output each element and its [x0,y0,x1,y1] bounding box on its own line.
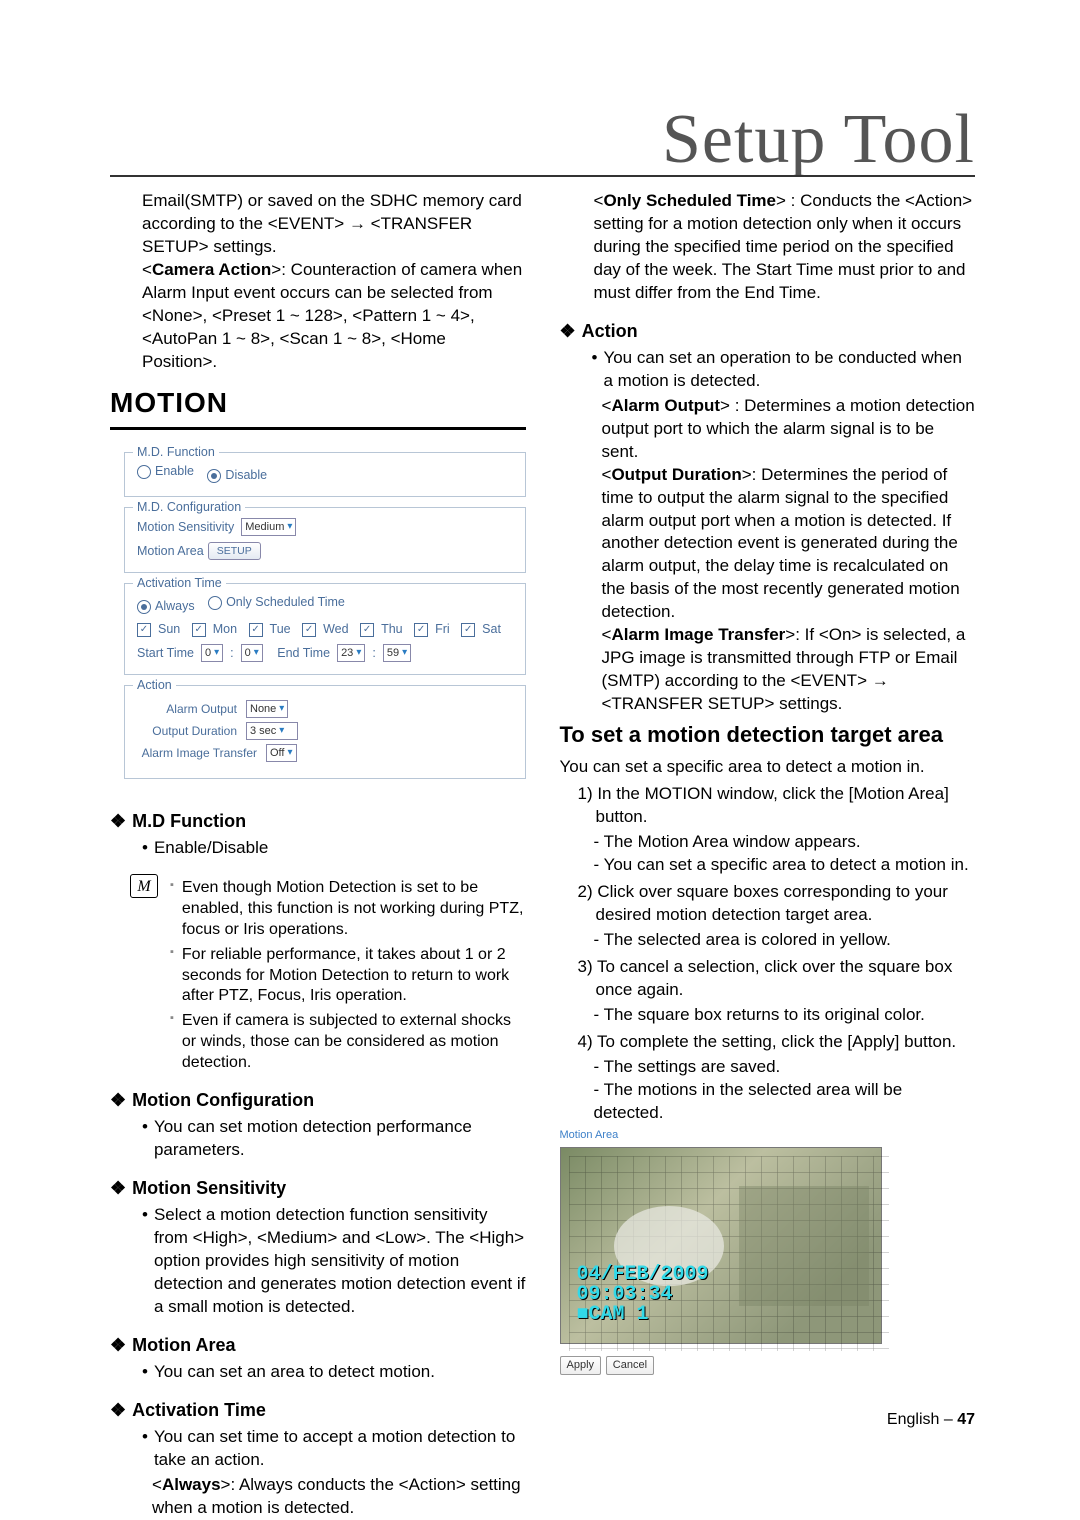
disable-radio[interactable]: Disable [207,467,267,484]
alarm-output-select[interactable]: None▾ [246,700,288,718]
apply-button[interactable]: Apply [560,1356,602,1375]
intro-paragraph: Email(SMTP) or saved on the SDHC memory … [142,190,526,259]
camera-action-paragraph: <Camera Action>: Counteraction of camera… [142,259,526,374]
chevron-down-icon: ▾ [279,724,284,738]
chevron-down-icon: ▾ [214,646,219,660]
step-4a: - The settings are saved. [594,1056,976,1079]
action-legend: Action [133,677,176,694]
alarm-output-label: Alarm Output [137,701,237,717]
cancel-button[interactable]: Cancel [606,1356,654,1375]
only-scheduled-text: <Only Scheduled Time> : Conducts the <Ac… [594,190,976,305]
left-column: Email(SMTP) or saved on the SDHC memory … [110,190,526,1419]
day-mon-checkbox[interactable]: ✓ [192,623,206,637]
step-4: 4) To complete the setting, click the [A… [596,1031,976,1054]
step-1b: - You can set a specific area to detect … [594,854,976,877]
camera-action-label: Camera Action [152,260,271,279]
step-1a: - The Motion Area window appears. [594,831,976,854]
start-hour-select[interactable]: 0▾ [201,644,223,662]
page-header-title: Setup Tool [662,100,975,180]
day-tue-checkbox[interactable]: ✓ [249,623,263,637]
action-bullet: •You can set an operation to be conducte… [592,347,976,393]
step-1: 1) In the MOTION window, click the [Moti… [596,783,976,829]
motion-sens-title: ❖Motion Sensitivity [110,1176,526,1200]
activation-time-title: ❖Activation Time [110,1398,526,1422]
md-function-title: ❖M.D Function [110,809,526,833]
note-icon: M [130,874,158,898]
start-time-label: Start Time [137,645,194,662]
output-duration-select[interactable]: 3 sec▾ [246,722,298,740]
output-duration-label: Output Duration [137,723,237,739]
chevron-down-icon: ▾ [287,746,292,760]
motion-heading: MOTION [110,384,526,422]
always-text: <Always>: Always conducts the <Action> s… [152,1474,526,1520]
motion-area-bullet: •You can set an area to detect motion. [142,1361,526,1384]
md-function-bullet: •Enable/Disable [142,837,526,860]
motion-config-title: ❖Motion Configuration [110,1088,526,1112]
day-sat-checkbox[interactable]: ✓ [461,623,475,637]
activation-time-legend: Activation Time [133,575,226,592]
alarm-image-transfer-label: Alarm Image Transfer [137,745,257,761]
motion-area-label: Motion Area [137,543,204,560]
md-function-fieldset: M.D. Function Enable Disable [124,452,526,497]
day-fri-checkbox[interactable]: ✓ [414,623,428,637]
always-radio[interactable]: Always [137,598,195,615]
motion-settings-figure: M.D. Function Enable Disable M.D. Config… [110,440,526,795]
action-title: ❖Action [560,319,976,343]
md-config-legend: M.D. Configuration [133,499,245,516]
day-wed-checkbox[interactable]: ✓ [302,623,316,637]
alarm-output-text: <Alarm Output> : Determines a motion det… [602,395,976,464]
alarm-image-transfer-select[interactable]: Off▾ [266,744,297,762]
chevron-down-icon: ▾ [356,646,361,660]
only-scheduled-radio[interactable]: Only Scheduled Time [208,594,345,611]
day-thu-checkbox[interactable]: ✓ [360,623,374,637]
note-2: ▪For reliable performance, it takes abou… [170,945,526,1007]
set-target-intro: You can set a specific area to detect a … [560,756,976,779]
chevron-down-icon: ▾ [287,520,292,534]
end-hour-select[interactable]: 23▾ [337,644,365,662]
motion-area-title: ❖Motion Area [110,1333,526,1357]
activation-time-fieldset: Activation Time Always Only Scheduled Ti… [124,583,526,675]
day-sun-checkbox[interactable]: ✓ [137,623,151,637]
action-fieldset: Action Alarm OutputNone▾ Output Duration… [124,685,526,779]
md-function-legend: M.D. Function [133,444,219,461]
motion-sensitivity-label: Motion Sensitivity [137,519,234,536]
chevron-down-icon: ▾ [402,646,407,660]
motion-area-setup-button[interactable]: SETUP [208,542,261,560]
step-2a: - The selected area is colored in yellow… [594,929,976,952]
output-duration-text: <Output Duration>: Determines the period… [602,464,976,625]
page-footer: English – 47 [887,1411,975,1429]
activation-time-bullet: •You can set time to accept a motion det… [142,1426,526,1472]
set-target-heading: To set a motion detection target area [560,722,976,748]
end-min-select[interactable]: 59▾ [383,644,411,662]
step-3a: - The square box returns to its original… [594,1004,976,1027]
motion-sensitivity-select[interactable]: Medium▾ [241,518,296,536]
start-min-select[interactable]: 0▾ [241,644,263,662]
note-1: ▪Even though Motion Detection is set to … [170,878,526,940]
step-3: 3) To cancel a selection, click over the… [596,956,976,1002]
end-time-label: End Time [277,645,330,662]
chevron-down-icon: ▾ [279,702,284,716]
motion-area-figure: 04/FEB/2009 09:03:34 ■CAM 1 [560,1147,882,1344]
motion-sens-bullet: •Select a motion detection function sens… [142,1204,526,1319]
header-rule [110,175,975,177]
alarm-image-transfer-text: <Alarm Image Transfer>: If <On> is selec… [602,624,976,716]
right-column: <Only Scheduled Time> : Conducts the <Ac… [560,190,976,1419]
motion-config-bullet: •You can set motion detection performanc… [142,1116,526,1162]
note-3: ▪Even if camera is subjected to external… [170,1011,526,1073]
chevron-down-icon: ▾ [254,646,259,660]
motion-area-fig-header: Motion Area [560,1128,976,1143]
enable-radio[interactable]: Enable [137,463,194,480]
camera-stamp: 04/FEB/2009 09:03:34 ■CAM 1 [577,1265,709,1325]
motion-heading-rule [110,427,526,430]
step-2: 2) Click over square boxes corresponding… [596,881,976,927]
md-config-fieldset: M.D. Configuration Motion Sensitivity Me… [124,507,526,573]
step-4b: - The motions in the selected area will … [594,1079,976,1125]
